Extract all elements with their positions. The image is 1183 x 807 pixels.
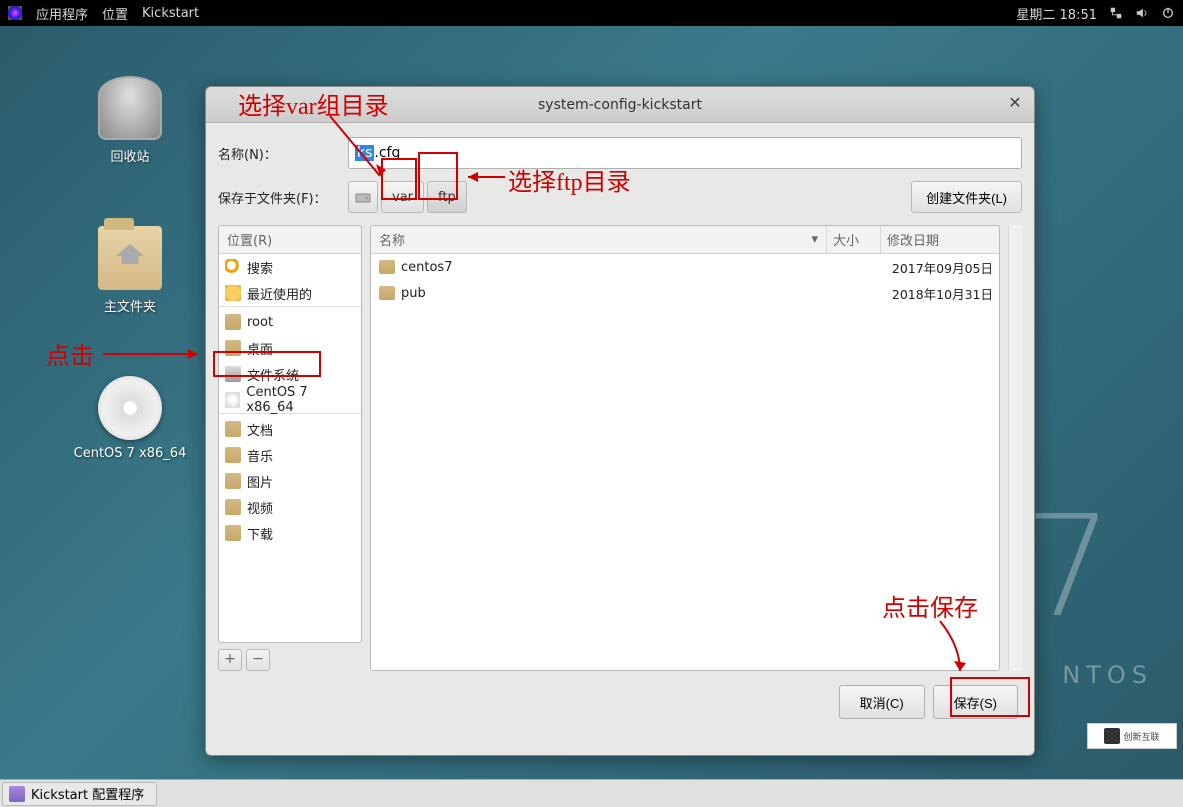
folder-icon <box>225 421 241 437</box>
dialog-titlebar[interactable]: system-config-kickstart ✕ <box>206 87 1034 123</box>
filename-input[interactable]: ks.cfg <box>348 137 1022 169</box>
disc-icon <box>98 376 162 440</box>
clock-text[interactable]: 星期二 18:51 <box>1016 4 1097 23</box>
system-menu-icon[interactable] <box>8 6 22 20</box>
path-crumbs: var ftp <box>348 181 467 213</box>
home-folder-icon <box>98 226 162 290</box>
crumb-ftp[interactable]: ftp <box>427 181 467 213</box>
clock-icon <box>225 285 241 301</box>
app-icon <box>9 786 25 802</box>
sidebar-music[interactable]: 音乐 <box>219 442 361 468</box>
sidebar-header[interactable]: 位置(R) <box>219 226 361 254</box>
folder-label: 保存于文件夹(F)： <box>218 188 348 207</box>
desktop-centos-disc[interactable]: CentOS 7 x86_64 <box>70 376 190 461</box>
save-button[interactable]: 保存(S) <box>933 685 1018 719</box>
menu-places[interactable]: 位置 <box>102 4 128 23</box>
cd-icon <box>225 392 240 408</box>
save-dialog: system-config-kickstart ✕ 名称(N)： ks.cfg … <box>205 86 1035 756</box>
trash-label: 回收站 <box>70 146 190 165</box>
desktop-trash[interactable]: 回收站 <box>70 76 190 165</box>
column-size[interactable]: 大小 <box>827 226 881 253</box>
arrow-icon <box>98 346 213 364</box>
desktop-home[interactable]: 主文件夹 <box>70 226 190 315</box>
create-folder-button[interactable]: 创建文件夹(L) <box>911 181 1022 213</box>
watermark: 创新互联 <box>1087 723 1177 749</box>
centos-bg-number: 7 <box>1024 486 1113 649</box>
top-menu-bar: 应用程序 位置 Kickstart 星期二 18:51 <box>0 0 1183 26</box>
folder-icon <box>379 260 395 274</box>
taskbar: Kickstart 配置程序 <box>0 779 1183 807</box>
sidebar-recent[interactable]: 最近使用的 <box>219 280 361 306</box>
sidebar-videos[interactable]: 视频 <box>219 494 361 520</box>
disc-label: CentOS 7 x86_64 <box>70 446 190 461</box>
folder-icon <box>225 314 241 330</box>
desktop: 7 NTOS 回收站 主文件夹 CentOS 7 x86_64 system-c… <box>0 26 1183 779</box>
trash-icon <box>98 76 162 140</box>
column-date[interactable]: 修改日期 <box>881 226 999 253</box>
sidebar-documents[interactable]: 文档 <box>219 416 361 442</box>
sidebar-search[interactable]: 搜索 <box>219 254 361 280</box>
sidebar-centos[interactable]: CentOS 7 x86_64 <box>219 387 361 413</box>
crumb-var[interactable]: var <box>381 181 424 213</box>
search-icon <box>225 259 241 275</box>
folder-icon <box>379 286 395 300</box>
cancel-button[interactable]: 取消(C) <box>839 685 925 719</box>
network-icon[interactable] <box>1109 6 1123 20</box>
sort-indicator-icon: ▾ <box>811 232 818 247</box>
menu-kickstart[interactable]: Kickstart <box>142 6 199 21</box>
menu-applications[interactable]: 应用程序 <box>36 4 88 23</box>
file-list: 名称▾ 大小 修改日期 centos7 2017年09月05日 pub 2018… <box>370 225 1000 671</box>
file-row[interactable]: centos7 2017年09月05日 <box>371 254 999 280</box>
music-icon <box>225 447 241 463</box>
dialog-title: system-config-kickstart <box>538 97 702 113</box>
videos-icon <box>225 499 241 515</box>
sidebar-pictures[interactable]: 图片 <box>219 468 361 494</box>
power-icon[interactable] <box>1161 6 1175 20</box>
remove-bookmark-button[interactable]: − <box>246 649 270 671</box>
watermark-icon <box>1104 728 1120 744</box>
pictures-icon <box>225 473 241 489</box>
filename-selected: ks <box>355 145 374 161</box>
column-name[interactable]: 名称▾ <box>371 226 827 253</box>
taskbar-kickstart[interactable]: Kickstart 配置程序 <box>2 782 157 806</box>
filename-rest: .cfg <box>374 145 400 161</box>
sidebar-downloads[interactable]: 下载 <box>219 520 361 546</box>
crumb-root-disk[interactable] <box>348 181 378 213</box>
sidebar-desktop[interactable]: 桌面 <box>219 335 361 361</box>
annotation-click: 点击 <box>46 336 94 371</box>
file-row[interactable]: pub 2018年10月31日 <box>371 280 999 306</box>
desktop-icon <box>225 340 241 356</box>
add-bookmark-button[interactable]: + <box>218 649 242 671</box>
scrollbar[interactable] <box>1008 225 1022 671</box>
drive-icon <box>225 366 241 382</box>
places-sidebar: 位置(R) 搜索 最近使用的 root 桌面 文件系统 CentOS 7 x86… <box>218 225 362 643</box>
sidebar-filesystem[interactable]: 文件系统 <box>219 361 361 387</box>
name-label: 名称(N)： <box>218 144 348 163</box>
close-button[interactable]: ✕ <box>1006 95 1024 113</box>
home-label: 主文件夹 <box>70 296 190 315</box>
sidebar-root[interactable]: root <box>219 309 361 335</box>
centos-bg-text: NTOS <box>1062 661 1153 689</box>
download-icon <box>225 525 241 541</box>
volume-icon[interactable] <box>1135 6 1149 20</box>
